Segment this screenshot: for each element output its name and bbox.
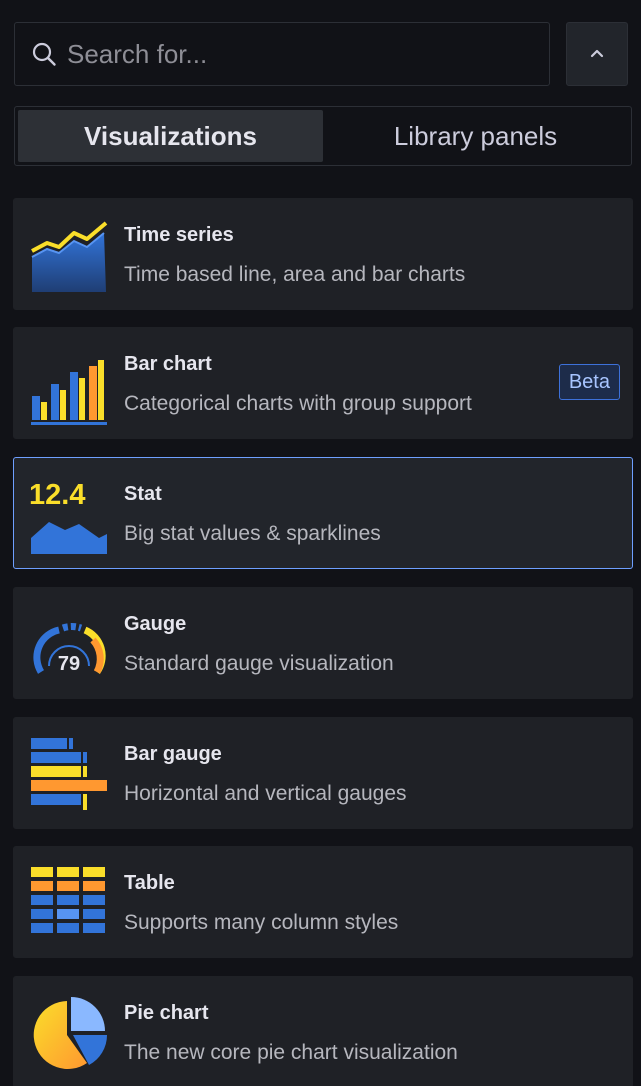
search-icon xyxy=(31,41,57,67)
stat-icon: 12.4 xyxy=(29,476,109,556)
viz-title: Time series xyxy=(124,224,234,246)
tab-library-panels[interactable]: Library panels xyxy=(323,110,628,162)
viz-title: Stat xyxy=(124,483,162,505)
pie-chart-icon xyxy=(29,995,109,1075)
tab-visualizations[interactable]: Visualizations xyxy=(18,110,323,162)
viz-title: Bar gauge xyxy=(124,743,222,765)
viz-card-bar-gauge[interactable]: Bar gauge Horizontal and vertical gauges xyxy=(13,717,633,829)
viz-description: Categorical charts with group support xyxy=(124,392,472,415)
search-box[interactable] xyxy=(14,22,550,86)
visualization-picker: Visualizations Library panels Time serie… xyxy=(0,0,641,1086)
viz-card-gauge[interactable]: 79 Gauge Standard gauge visualization xyxy=(13,587,633,699)
viz-card-stat[interactable]: 12.4 Stat Big stat values & sparklines xyxy=(13,457,633,569)
stat-icon-value: 12.4 xyxy=(29,479,85,511)
viz-description: Time based line, area and bar charts xyxy=(124,263,466,286)
viz-title: Gauge xyxy=(124,613,187,635)
search-input[interactable] xyxy=(67,38,549,70)
viz-card-pie-chart[interactable]: Pie chart The new core pie chart visuali… xyxy=(13,976,633,1086)
bar-chart-icon xyxy=(29,346,109,426)
viz-description: Horizontal and vertical gauges xyxy=(124,782,407,805)
viz-description: Standard gauge visualization xyxy=(124,652,394,675)
search-bar xyxy=(14,22,628,86)
viz-card-time-series[interactable]: Time series Time based line, area and ba… xyxy=(13,198,633,310)
viz-description: The new core pie chart visualization xyxy=(124,1041,458,1064)
collapse-button[interactable] xyxy=(566,22,628,86)
gauge-icon-value: 79 xyxy=(58,653,80,675)
viz-card-table[interactable]: Table Supports many column styles xyxy=(13,846,633,958)
time-series-icon xyxy=(29,217,109,297)
viz-title: Bar chart xyxy=(124,353,212,375)
bar-gauge-icon xyxy=(29,736,109,816)
tab-bar: Visualizations Library panels xyxy=(14,106,632,166)
viz-card-bar-chart[interactable]: Bar chart Categorical charts with group … xyxy=(13,327,633,439)
beta-badge: Beta xyxy=(558,364,620,400)
gauge-icon: 79 xyxy=(29,606,109,686)
viz-description: Supports many column styles xyxy=(124,911,399,934)
viz-title: Table xyxy=(124,872,175,894)
viz-title: Pie chart xyxy=(124,1002,209,1024)
viz-description: Big stat values & sparklines xyxy=(124,522,381,545)
chevron-up-icon xyxy=(589,45,605,63)
table-icon xyxy=(29,865,109,945)
